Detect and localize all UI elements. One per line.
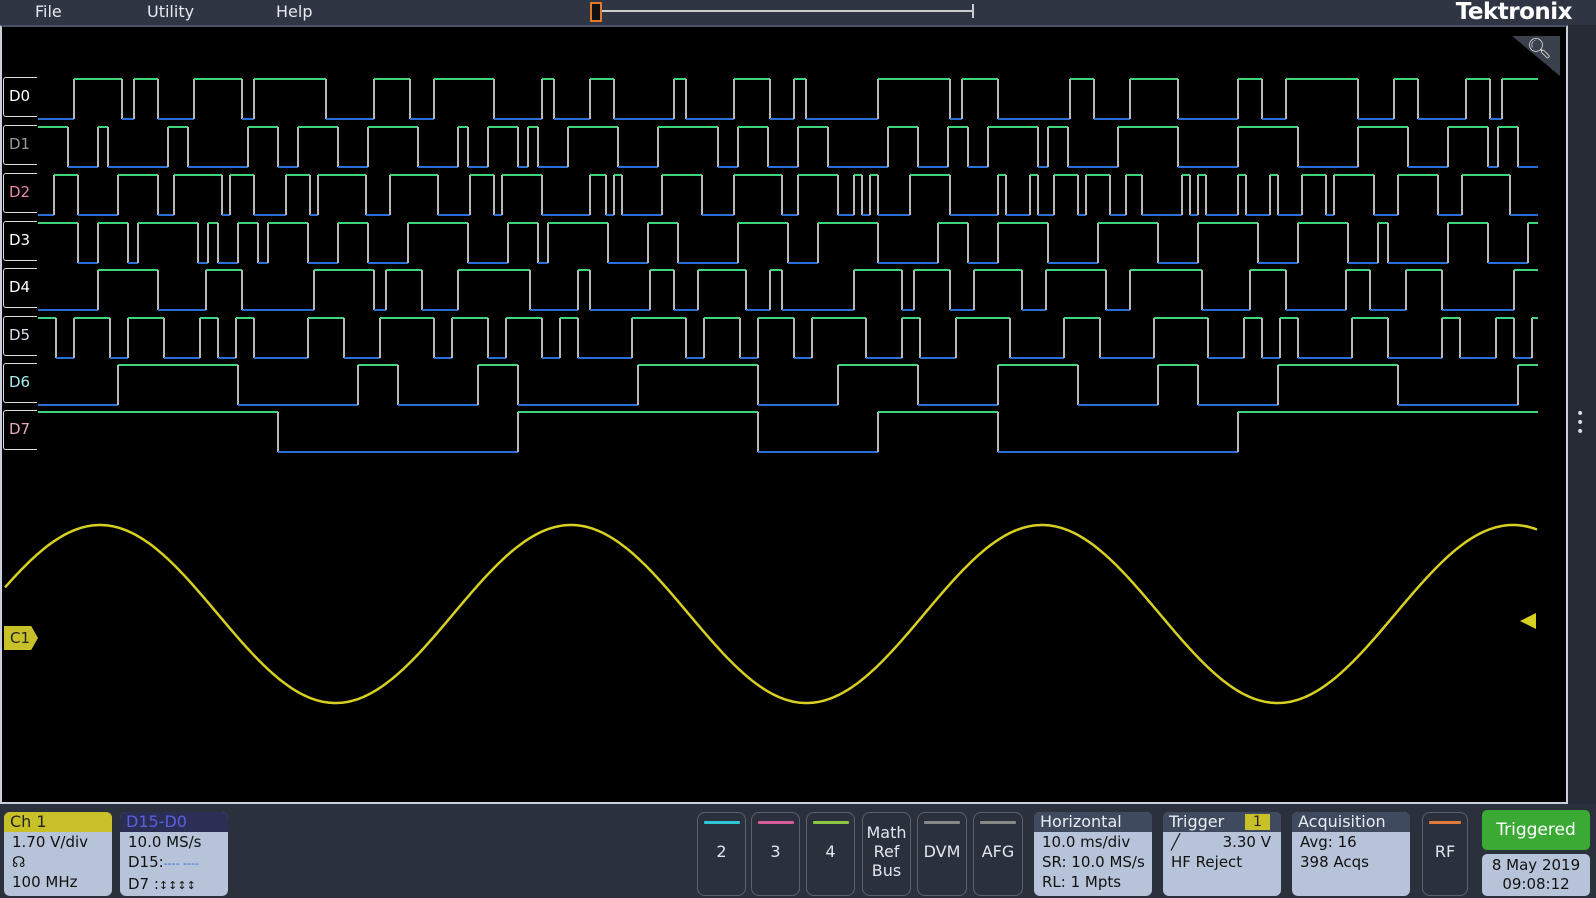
ch2-color-bar — [703, 821, 740, 824]
acquisition-count: 398 Acqs — [1300, 853, 1369, 871]
horizontal-badge[interactable]: Horizontal 10.0 ms/div SR: 10.0 MS/s RL:… — [1034, 812, 1152, 896]
afg-label: AFG — [981, 842, 1015, 861]
afg-button[interactable]: AFG — [973, 812, 1023, 896]
math-ref-bus-button[interactable]: Math Ref Bus — [862, 812, 911, 896]
waveform-plot — [4, 78, 1538, 705]
acquisition-mode: Avg: 16 — [1300, 833, 1357, 851]
ch4-button[interactable]: 4 — [806, 812, 855, 896]
ch3-label: 3 — [770, 842, 781, 861]
trigger-source: 1 — [1245, 814, 1270, 830]
horizontal-scale: 10.0 ms/div — [1042, 833, 1131, 851]
ch4-label: 4 — [825, 842, 836, 861]
sample-rate: SR: 10.0 MS/s — [1042, 853, 1145, 871]
digital-label-d6[interactable]: D6 — [3, 363, 37, 403]
ch1-title: Ch 1 — [4, 812, 112, 832]
trigger-level: 3.30 V — [1222, 833, 1271, 851]
record-length: RL: 1 Mpts — [1042, 873, 1122, 891]
more-options-icon[interactable]: • • • — [1576, 407, 1584, 439]
ch3-color-bar — [757, 821, 794, 824]
rising-edge-icon: ╱ — [1171, 833, 1181, 851]
triggered-status[interactable]: Triggered — [1482, 810, 1590, 850]
ch4-color-bar — [812, 821, 849, 824]
digital-label-d2[interactable]: D2 — [3, 173, 37, 213]
digital-label-d5[interactable]: D5 — [3, 316, 37, 356]
d15-state: ---- ---- — [163, 857, 199, 870]
horizontal-title: Horizontal — [1034, 812, 1152, 832]
probe-icon: ☊ — [12, 853, 26, 871]
trigger-badge[interactable]: Trigger 1 ╱ 3.30 V HF Reject — [1163, 812, 1281, 896]
date: 8 May 2019 — [1491, 856, 1581, 874]
time: 09:08:12 — [1502, 875, 1570, 893]
trigger-title: Trigger — [1169, 812, 1225, 831]
ch1-scale: 1.70 V/div — [12, 833, 89, 851]
trigger-coupling: HF Reject — [1171, 853, 1243, 871]
digital-group-badge[interactable]: D15-D0 10.0 MS/s D15:---- ---- D7 :↕↕↕↕ … — [120, 812, 228, 896]
ch2-button[interactable]: 2 — [697, 812, 746, 896]
ch1-offset-marker[interactable]: C1 — [4, 626, 38, 650]
acquisition-title: Acquisition — [1292, 812, 1410, 832]
ref-label: Ref — [873, 842, 900, 861]
acquisition-badge[interactable]: Acquisition Avg: 16 398 Acqs — [1292, 812, 1410, 896]
ch1-waveform — [4, 523, 1538, 705]
rf-button[interactable]: RF — [1422, 812, 1468, 896]
dvm-button[interactable]: DVM — [917, 812, 967, 896]
digital-label-d4[interactable]: D4 — [3, 268, 37, 308]
ch2-label: 2 — [716, 842, 727, 861]
ch3-button[interactable]: 3 — [751, 812, 800, 896]
digital-label-d7[interactable]: D7 — [3, 410, 37, 450]
d15-label: D15: — [128, 853, 164, 871]
trigger-level-marker[interactable] — [1520, 613, 1536, 629]
d7-label: D7 : — [128, 875, 159, 893]
rf-bar — [1429, 821, 1461, 824]
digital-rate: 10.0 MS/s — [128, 833, 202, 851]
ch1-badge[interactable]: Ch 1 1.70 V/div ☊ 100 MHz — [4, 812, 112, 896]
dvm-label: DVM — [923, 842, 961, 861]
digital-group-title: D15-D0 — [120, 812, 228, 832]
ch1-bandwidth: 100 MHz — [12, 873, 78, 891]
digital-label-d1[interactable]: D1 — [3, 125, 37, 165]
dvm-bar — [924, 821, 960, 824]
digital-label-d0[interactable]: D0 — [3, 77, 37, 117]
afg-bar — [980, 821, 1016, 824]
datetime[interactable]: 8 May 2019 09:08:12 — [1482, 854, 1590, 896]
rf-label: RF — [1434, 842, 1456, 861]
digital-label-d3[interactable]: D3 — [3, 221, 37, 261]
math-label: Math — [866, 823, 907, 842]
bus-label: Bus — [871, 861, 902, 880]
